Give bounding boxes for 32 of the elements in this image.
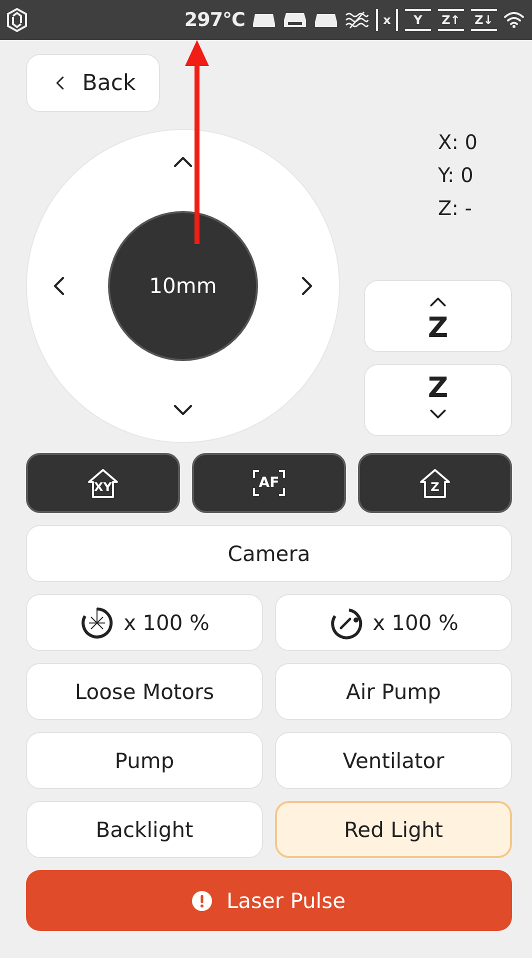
laser-power-icon bbox=[80, 606, 114, 640]
printer-bed-icon bbox=[283, 12, 307, 28]
temperature-reading: 297°C bbox=[184, 9, 245, 31]
wifi-icon bbox=[504, 12, 524, 28]
z-down-button[interactable]: Z bbox=[364, 364, 512, 436]
alert-icon bbox=[192, 890, 212, 910]
toggle-button[interactable]: Backlight bbox=[26, 801, 263, 858]
toggle-button[interactable]: Loose Motors bbox=[26, 663, 263, 720]
laser-pulse-button[interactable]: Laser Pulse bbox=[26, 870, 512, 931]
laser-override-button[interactable]: x 100 % bbox=[26, 594, 263, 651]
toggle-button[interactable]: Pump bbox=[26, 732, 263, 789]
house-icon: Z bbox=[417, 467, 453, 499]
home-button[interactable]: XY bbox=[26, 453, 180, 513]
autofocus-button[interactable]: AF bbox=[192, 453, 346, 513]
coordinate-readout: X: 0 bbox=[438, 130, 478, 154]
flow-off-icon bbox=[345, 11, 369, 29]
printer-bed-icon bbox=[314, 12, 338, 28]
home-button[interactable]: Z bbox=[358, 453, 512, 513]
logo-icon bbox=[6, 8, 28, 32]
toggle-button[interactable]: Ventilator bbox=[275, 732, 512, 789]
camera-button[interactable]: Camera bbox=[26, 525, 512, 582]
z-up-button[interactable]: Z bbox=[364, 280, 512, 352]
back-button[interactable]: Back bbox=[26, 54, 160, 112]
step-size-button[interactable]: 10mm bbox=[108, 211, 258, 361]
coordinate-readout: Y: 0 bbox=[438, 163, 474, 187]
printer-bed-icon bbox=[252, 12, 276, 28]
coordinate-readout: Z: - bbox=[438, 196, 472, 220]
speedometer-icon bbox=[328, 606, 363, 640]
speed-override-button[interactable]: x 100 % bbox=[275, 594, 512, 651]
toggle-button[interactable]: Red Light bbox=[275, 801, 512, 858]
house-icon: XY bbox=[85, 467, 121, 499]
toggle-button[interactable]: Air Pump bbox=[275, 663, 512, 720]
